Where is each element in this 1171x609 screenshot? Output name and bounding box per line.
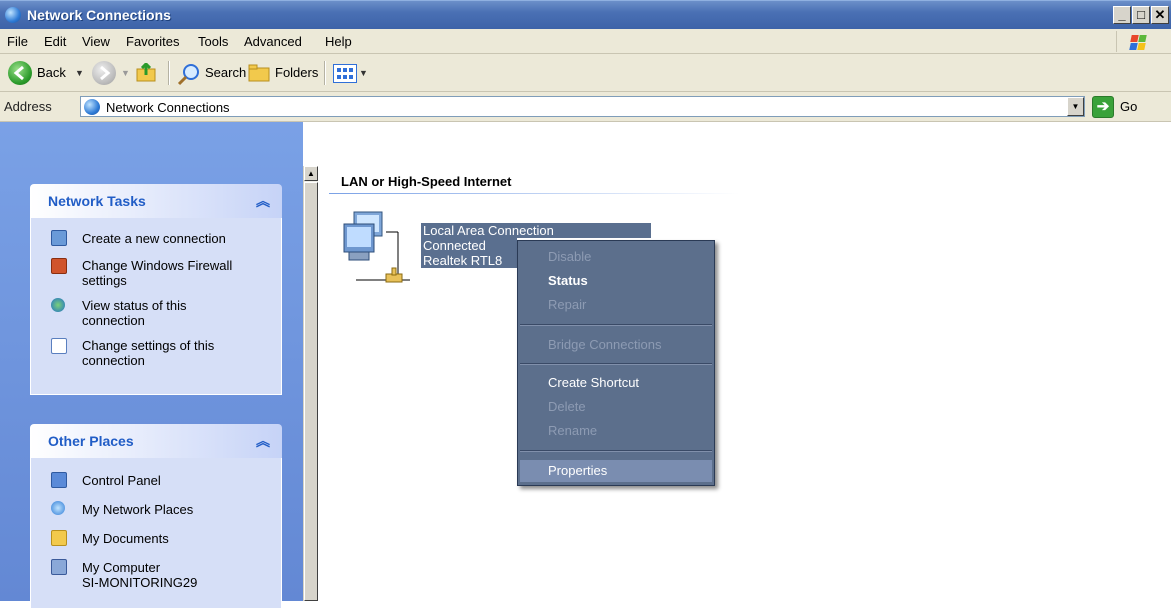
settings-icon <box>51 338 67 354</box>
forward-arrow-icon[interactable] <box>92 61 116 85</box>
network-places-icon <box>51 501 65 515</box>
back-button[interactable]: Back <box>37 65 66 80</box>
other-places-title: Other Places <box>48 433 134 449</box>
group-title: LAN or High-Speed Internet <box>341 174 512 189</box>
network-connections-icon <box>84 99 100 115</box>
folders-icon[interactable] <box>247 63 271 83</box>
connection-device: Realtek RTL8 <box>421 253 517 268</box>
menu-help[interactable]: Help <box>325 34 352 49</box>
views-dropdown-icon[interactable]: ▼ <box>359 68 368 78</box>
go-button[interactable]: Go <box>1120 99 1137 114</box>
ctx-separator <box>520 324 712 326</box>
ctx-separator <box>520 363 712 365</box>
window-title: Network Connections <box>27 7 171 23</box>
address-label: Address <box>4 99 52 114</box>
group-divider <box>329 193 739 194</box>
menu-favorites[interactable]: Favorites <box>126 34 179 49</box>
standard-toolbar: Back ▼ ▼ Search Folders ▼ <box>0 54 1171 92</box>
network-connections-icon <box>5 7 21 23</box>
network-tasks-body: Create a new connection Change Windows F… <box>30 218 282 395</box>
menu-tools[interactable]: Tools <box>198 34 228 49</box>
close-button[interactable]: ✕ <box>1151 6 1169 24</box>
ctx-repair[interactable]: Repair <box>548 297 586 312</box>
maximize-button[interactable]: □ <box>1132 6 1150 24</box>
network-tasks-header[interactable]: Network Tasks ︽ <box>30 184 282 218</box>
back-arrow-icon[interactable] <box>8 61 32 85</box>
collapse-icon[interactable]: ︽ <box>256 431 270 451</box>
collapse-icon[interactable]: ︽ <box>256 191 270 211</box>
ctx-disable[interactable]: Disable <box>548 249 591 264</box>
views-icon[interactable] <box>333 64 357 83</box>
connection-status: Connected <box>421 238 517 253</box>
address-bar: Address Network Connections ▼ ➔ Go <box>0 92 1171 122</box>
ctx-bridge-connections[interactable]: Bridge Connections <box>548 337 661 352</box>
forward-dropdown-icon[interactable]: ▼ <box>121 68 130 78</box>
connection-name[interactable]: Local Area Connection <box>421 223 651 238</box>
other-places-panel: Other Places ︽ Control Panel My Network … <box>30 424 282 609</box>
task-pane: Network Tasks ︽ Create a new connection … <box>0 122 303 609</box>
vertical-scrollbar[interactable]: ▲ <box>303 166 318 601</box>
network-tasks-panel: Network Tasks ︽ Create a new connection … <box>30 184 282 395</box>
lan-connection-icon[interactable] <box>340 210 410 285</box>
place-my-documents[interactable]: My Documents <box>82 531 169 546</box>
address-input[interactable]: Network Connections <box>80 96 1085 117</box>
place-control-panel[interactable]: Control Panel <box>82 473 161 488</box>
task-create-connection[interactable]: Create a new connection <box>82 231 226 246</box>
toolbar-separator <box>168 61 170 85</box>
place-my-network-places[interactable]: My Network Places <box>82 502 193 517</box>
menu-advanced[interactable]: Advanced <box>244 34 302 49</box>
go-arrow-icon[interactable]: ➔ <box>1092 96 1114 118</box>
menu-file[interactable]: File <box>7 34 28 49</box>
context-menu: Disable Status Repair Bridge Connections… <box>517 240 715 486</box>
firewall-icon <box>51 258 67 274</box>
minimize-button[interactable]: _ <box>1113 6 1131 24</box>
new-connection-icon <box>51 230 67 246</box>
ctx-status[interactable]: Status <box>548 273 588 288</box>
scroll-up-icon[interactable]: ▲ <box>304 166 318 181</box>
address-value: Network Connections <box>106 100 230 115</box>
documents-icon <box>51 530 67 546</box>
network-tasks-title: Network Tasks <box>48 193 146 209</box>
control-panel-icon <box>51 472 67 488</box>
status-icon <box>51 298 65 312</box>
place-my-computer[interactable]: My Computer <box>82 560 160 575</box>
ctx-delete[interactable]: Delete <box>548 399 586 414</box>
computer-name: SI-MONITORING29 <box>82 575 198 590</box>
other-places-body: Control Panel My Network Places My Docum… <box>30 458 282 609</box>
menu-edit[interactable]: Edit <box>44 34 66 49</box>
task-change-firewall[interactable]: Change Windows Firewall settings <box>82 258 262 288</box>
menu-view[interactable]: View <box>82 34 110 49</box>
back-dropdown-icon[interactable]: ▼ <box>75 68 84 78</box>
folders-button[interactable]: Folders <box>275 65 318 80</box>
title-bar[interactable]: Network Connections _ □ ✕ <box>0 0 1171 29</box>
other-places-header[interactable]: Other Places ︽ <box>30 424 282 458</box>
address-dropdown-icon[interactable]: ▼ <box>1067 97 1084 116</box>
task-view-status[interactable]: View status of this connection <box>82 298 232 328</box>
windows-logo-icon <box>1116 31 1157 52</box>
ctx-properties[interactable]: Properties <box>548 463 607 478</box>
up-folder-icon[interactable] <box>136 61 158 83</box>
search-button[interactable]: Search <box>205 65 246 80</box>
scroll-thumb[interactable] <box>304 182 318 601</box>
task-change-settings[interactable]: Change settings of this connection <box>82 338 262 368</box>
computer-icon <box>51 559 67 575</box>
menu-bar: File Edit View Favorites Tools Advanced … <box>0 29 1171 54</box>
ctx-rename[interactable]: Rename <box>548 423 597 438</box>
ctx-create-shortcut[interactable]: Create Shortcut <box>548 375 639 390</box>
search-icon[interactable] <box>177 62 201 86</box>
toolbar-separator <box>324 61 326 85</box>
ctx-separator <box>520 450 712 452</box>
